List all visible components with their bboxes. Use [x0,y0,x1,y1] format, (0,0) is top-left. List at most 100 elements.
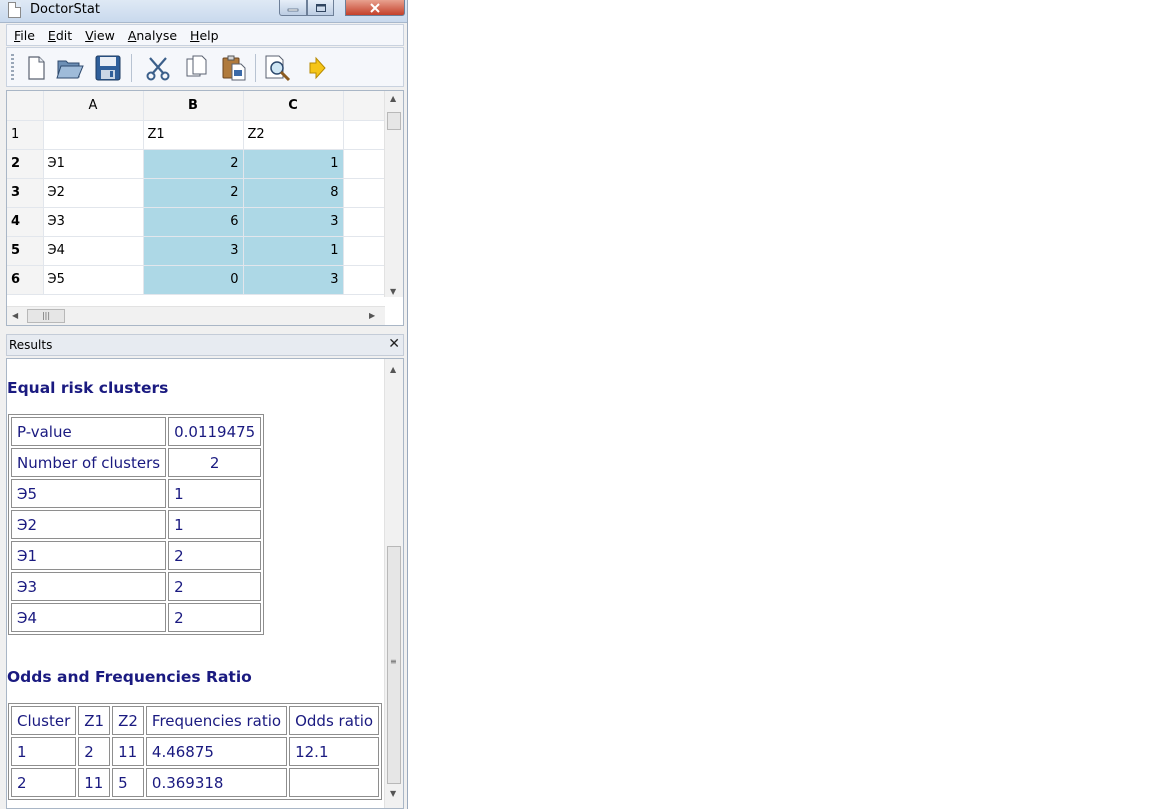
copy-button[interactable] [181,53,211,83]
row-header[interactable]: 2 [7,149,44,179]
cell[interactable] [343,265,388,295]
menu-edit[interactable]: Edit [41,28,78,43]
cell[interactable]: Z2 [243,120,344,150]
close-icon [370,2,380,13]
column-header-c[interactable]: C [243,91,344,121]
spreadsheet-vertical-scrollbar[interactable]: ▲ ▼ [384,91,403,297]
cell[interactable] [343,178,388,208]
cell[interactable]: 3 [243,207,344,237]
row-header[interactable]: 3 [7,178,44,208]
cell[interactable]: 2 [143,178,244,208]
scroll-up-icon[interactable]: ▲ [390,365,396,374]
table-cell: Number of clusters [11,448,167,477]
corner-cell[interactable] [7,91,44,121]
cell[interactable]: 8 [243,178,344,208]
table-row: P-value 0.0119475 [11,417,262,446]
close-window-button[interactable] [345,0,405,16]
table-header-cell: Z1 [78,706,111,735]
row-header[interactable]: 6 [7,265,44,295]
paste-button[interactable] [219,53,249,83]
table-header-cell: Odds ratio [289,706,380,735]
odds-frequencies-table: Cluster Z1 Z2 Frequencies ratio Odds rat… [8,703,383,800]
scroll-thumb[interactable]: ||| [27,309,65,323]
app-window: DoctorStat File Edit View Analyse Help A… [0,0,408,809]
table-row: Cluster Z1 Z2 Frequencies ratio Odds rat… [11,706,380,735]
save-button[interactable] [93,53,123,83]
table-cell: 2 [168,448,262,477]
cell[interactable]: 1 [243,149,344,179]
menu-bar: File Edit View Analyse Help [6,24,404,46]
column-header-b[interactable]: B [143,91,244,121]
menu-analyse[interactable]: Analyse [121,28,183,43]
table-cell: 1 [11,737,77,766]
open-folder-button[interactable] [55,53,85,83]
cell[interactable]: Э3 [43,207,144,237]
minimize-button[interactable] [279,0,307,16]
cell[interactable]: Э5 [43,265,144,295]
results-panel: Equal risk clusters P-value 0.0119475 Nu… [6,358,404,809]
scroll-thumb[interactable] [387,112,401,130]
cell[interactable]: 3 [243,265,344,295]
row-header[interactable]: 4 [7,207,44,237]
cell[interactable]: Э2 [43,178,144,208]
cell[interactable]: Z1 [143,120,244,150]
table-cell: 1 [168,479,262,508]
new-file-icon [28,56,45,80]
menu-help[interactable]: Help [183,28,225,43]
cell[interactable] [343,236,388,266]
menu-view[interactable]: View [78,28,121,43]
column-header-d[interactable] [343,91,388,121]
print-preview-button[interactable] [263,53,293,83]
run-button[interactable] [301,53,331,83]
table-row: 2 Э1 2 1 [7,149,388,179]
cell[interactable] [343,149,388,179]
cell[interactable] [343,120,388,150]
scroll-left-icon[interactable]: ◀ [12,311,18,320]
row-header[interactable]: 5 [7,236,44,266]
cell[interactable] [43,120,144,150]
minimize-icon [287,8,299,11]
cell[interactable]: 0 [143,265,244,295]
scroll-up-icon[interactable]: ▲ [390,94,396,103]
cell[interactable]: Э1 [43,149,144,179]
new-file-button[interactable] [21,53,51,83]
table-cell: Э3 [11,572,167,601]
table-cell: Э5 [11,479,167,508]
toolbar [6,47,404,87]
cell[interactable]: 6 [143,207,244,237]
column-header-a[interactable]: A [43,91,144,121]
table-cell: 11 [78,768,111,797]
toolbar-grip[interactable] [11,54,14,82]
table-row: 3 Э2 2 8 [7,178,388,208]
cut-button[interactable] [143,53,173,83]
toolbar-separator [255,54,256,82]
table-header-cell: Z2 [112,706,144,735]
results-heading: Equal risk clusters [7,379,169,397]
table-cell: 1 [168,510,262,539]
scroll-thumb[interactable]: ≡ [387,546,401,784]
title-bar[interactable]: DoctorStat [0,0,407,23]
results-vertical-scrollbar[interactable]: ▲ ≡ ▼ [384,359,403,808]
cut-icon [146,57,170,81]
spreadsheet-horizontal-scrollbar[interactable]: ◀ ||| ▶ [7,306,385,325]
cell[interactable]: 3 [143,236,244,266]
cell[interactable]: 2 [143,149,244,179]
table-cell: 2 [168,603,262,632]
row-header[interactable]: 1 [7,120,44,150]
scroll-right-icon[interactable]: ▶ [369,311,375,320]
scroll-down-icon[interactable]: ▼ [390,789,396,798]
toolbar-separator [131,54,132,82]
cell[interactable] [343,207,388,237]
spreadsheet[interactable]: A B C 1 Z1 Z2 2 Э1 2 1 3 Э2 2 8 4 Э3 6 3… [6,90,404,326]
table-cell: 5 [112,768,144,797]
table-cell [289,768,380,797]
scroll-down-icon[interactable]: ▼ [390,287,396,296]
cell[interactable]: 1 [243,236,344,266]
maximize-button[interactable] [307,0,334,16]
close-icon[interactable]: ✕ [388,336,400,352]
cell[interactable]: Э4 [43,236,144,266]
table-row: 1 2 11 4.46875 12.1 [11,737,380,766]
menu-file[interactable]: File [7,28,41,43]
results-title: Results [9,338,53,352]
table-cell: P-value [11,417,167,446]
